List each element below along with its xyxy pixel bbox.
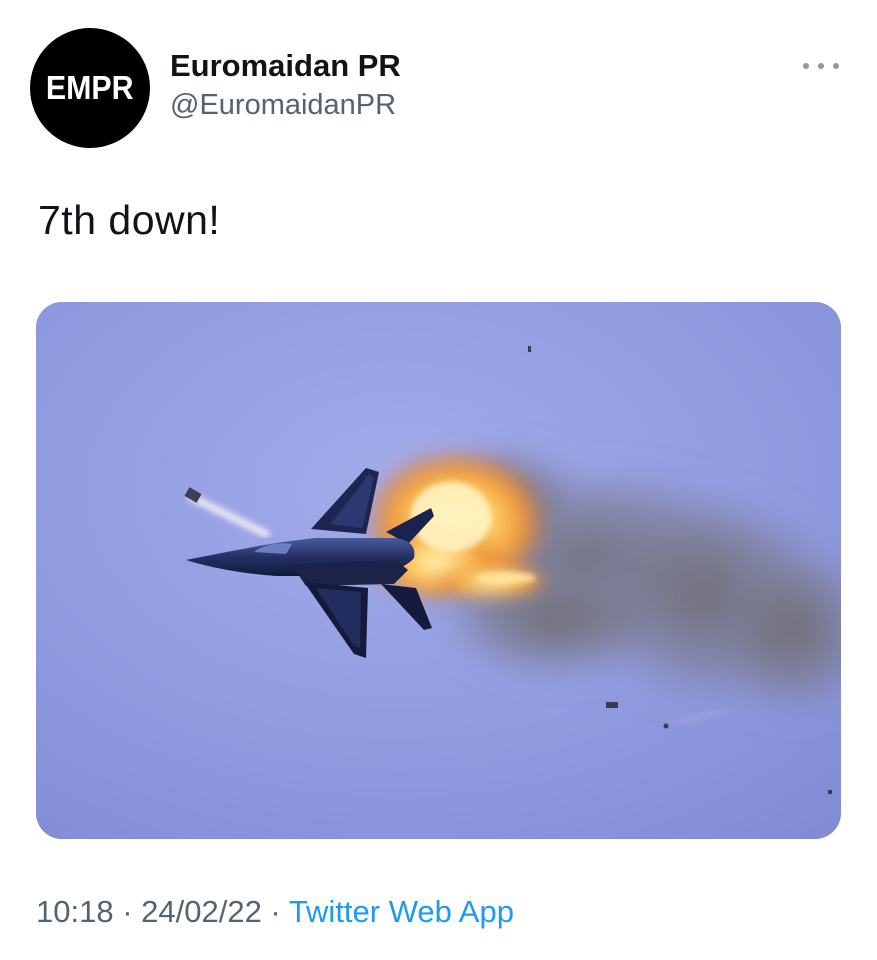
more-dot: [833, 63, 839, 69]
meta-separator: ·: [113, 894, 142, 929]
more-dot: [803, 63, 809, 69]
author-handle[interactable]: @EuromaidanPR: [170, 89, 396, 122]
more-dot: [818, 63, 824, 69]
author-display-name[interactable]: Euromaidan PR: [170, 48, 401, 84]
avatar[interactable]: EMPR: [30, 28, 150, 148]
tweet-text: 7th down!: [38, 197, 221, 243]
tweet-time[interactable]: 10:18: [36, 894, 114, 929]
tweet-media-image[interactable]: [36, 302, 841, 839]
meta-separator: ·: [261, 894, 289, 929]
tweet-source-link[interactable]: Twitter Web App: [289, 894, 514, 929]
tweet-metadata: 10:18 · 24/02/22 · Twitter Web App: [36, 894, 514, 930]
more-options-icon[interactable]: [803, 56, 839, 76]
jet-explosion-photo: [36, 302, 841, 839]
avatar-logo-text: EMPR: [46, 69, 134, 106]
tweet-date[interactable]: 24/02/22: [141, 894, 262, 929]
